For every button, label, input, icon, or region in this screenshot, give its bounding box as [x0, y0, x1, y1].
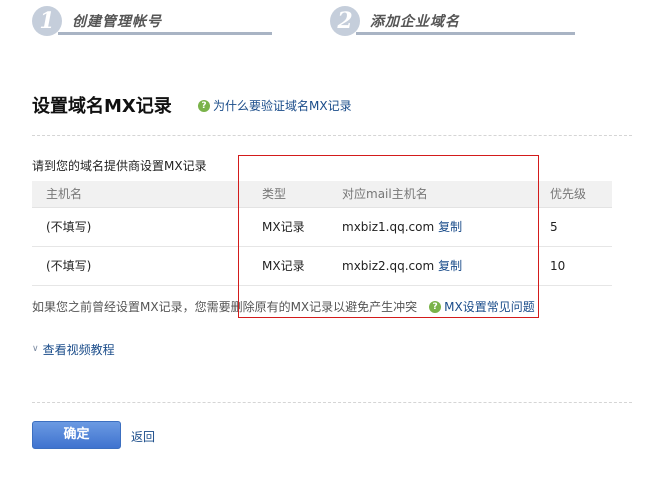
row-mail-host: mxbiz2.qq.com — [342, 259, 435, 273]
step-1-label: 创建管理帐号 — [72, 14, 162, 30]
mx-faq-link[interactable]: ? MX设置常见问题 — [429, 298, 535, 315]
copy-link[interactable]: 复制 — [438, 259, 462, 273]
video-tutorial-text: 查看视频教程 — [42, 343, 115, 357]
row-host: (不填写) — [32, 246, 245, 286]
row-host: (不填写) — [32, 207, 245, 247]
conflict-note-text: 如果您之前曾经设置MX记录，您需要删除原有的MX记录以避免产生冲突 — [32, 300, 418, 314]
video-tutorial-link[interactable]: ∨ 查看视频教程 — [32, 341, 115, 358]
row-priority: 10 — [536, 246, 612, 286]
header-mail-host: 对应mail主机名 — [330, 181, 536, 208]
table-row: (不填写) MX记录 mxbiz2.qq.com 复制 10 — [32, 246, 612, 286]
why-verify-mx-text: 为什么要验证域名MX记录 — [213, 99, 352, 113]
row-mail-host-cell: mxbiz1.qq.com 复制 — [330, 207, 536, 247]
row-type: MX记录 — [245, 207, 330, 247]
why-verify-mx-link[interactable]: ? 为什么要验证域名MX记录 — [198, 97, 352, 114]
table-row: (不填写) MX记录 mxbiz1.qq.com 复制 5 — [32, 207, 612, 247]
step-1-underline — [58, 32, 272, 35]
header-type: 类型 — [245, 181, 330, 208]
row-mail-host: mxbiz1.qq.com — [342, 220, 435, 234]
row-priority: 5 — [536, 207, 612, 247]
row-type: MX记录 — [245, 246, 330, 286]
divider-bottom — [32, 402, 632, 403]
mx-record-table: 主机名 类型 对应mail主机名 优先级 (不填写) MX记录 mxbiz1.q… — [32, 181, 612, 286]
divider-top — [32, 135, 632, 136]
back-link[interactable]: 返回 — [131, 428, 155, 445]
header-host: 主机名 — [32, 181, 245, 208]
header-priority: 优先级 — [536, 181, 612, 208]
step-1-number-icon: 1 — [32, 6, 62, 36]
copy-link[interactable]: 复制 — [438, 220, 462, 234]
step-2-number-icon: 2 — [330, 6, 360, 36]
question-icon: ? — [429, 300, 442, 313]
chevron-down-icon: ∨ — [32, 343, 39, 354]
step-2-label: 添加企业域名 — [370, 14, 460, 30]
section-label: 请到您的域名提供商设置MX记录 — [32, 159, 207, 173]
step-2: 2 添加企业域名 — [330, 4, 575, 38]
question-icon: ? — [198, 99, 210, 112]
conflict-note: 如果您之前曾经设置MX记录，您需要删除原有的MX记录以避免产生冲突 ? MX设置… — [32, 298, 535, 315]
step-1: 1 创建管理帐号 — [32, 4, 272, 38]
page-title: 设置域名MX记录 — [32, 96, 172, 117]
table-header-row: 主机名 类型 对应mail主机名 优先级 — [32, 181, 612, 208]
step-2-underline — [356, 32, 575, 35]
row-mail-host-cell: mxbiz2.qq.com 复制 — [330, 246, 536, 286]
mx-faq-text: MX设置常见问题 — [444, 300, 535, 314]
confirm-button[interactable]: 确定 — [32, 421, 121, 449]
